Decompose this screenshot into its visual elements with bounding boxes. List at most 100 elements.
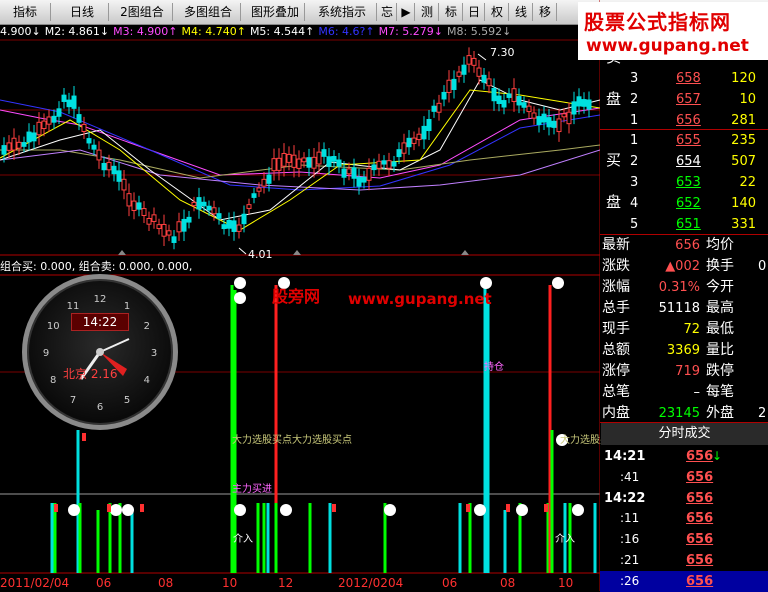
candle-body (241, 213, 247, 225)
tick-time: 14:21 (604, 449, 646, 464)
time-axis-label: 06 (96, 576, 112, 590)
signal-bar (486, 300, 490, 573)
time-axis-label: 04 (388, 576, 404, 590)
candle-body (136, 202, 142, 210)
tick-price: 656 (686, 449, 714, 464)
candle-body (11, 137, 17, 151)
stat-label: 总笔 (602, 384, 630, 400)
candle-body (126, 193, 132, 207)
annotation-main-buy: 主力买进 (232, 484, 272, 495)
buy-level-row[interactable]: 1 655 235 (600, 130, 768, 151)
overlay-site-url: www.gupang.net (348, 290, 492, 308)
candle-body (326, 156, 332, 167)
candle-body (316, 151, 322, 165)
level: 5 (630, 217, 639, 232)
buy-level-row[interactable]: 3 653 22 (600, 172, 768, 193)
clock-numeral: 12 (94, 294, 107, 305)
tick-time: :21 (620, 553, 640, 567)
signal-bar (266, 503, 270, 573)
candle-body (251, 193, 257, 198)
candle-body (71, 95, 77, 109)
candle-body (531, 112, 537, 119)
time-axis-label: 08 (500, 576, 516, 590)
tick-row[interactable]: :21 656 (600, 550, 768, 571)
candle-body (441, 91, 447, 100)
tick-row[interactable]: 14:22 656 (600, 488, 768, 509)
candle-body (256, 187, 262, 192)
signal-bar (468, 503, 472, 573)
tick-price: 656 (686, 469, 714, 485)
tick-row[interactable]: :26 656 (600, 570, 768, 592)
candle-body (101, 162, 107, 171)
sell-level-row[interactable]: 1 656 281 (600, 110, 768, 131)
candle-body (86, 138, 92, 144)
tick-time: :41 (620, 469, 640, 484)
tick-trades-header[interactable]: 分时成交 (601, 423, 768, 445)
candle-body (346, 168, 352, 175)
candle-body (581, 99, 587, 107)
high-price-mark: 7.30 (490, 46, 515, 59)
stat-value: – (693, 385, 701, 400)
time-axis-label: 12 (278, 576, 294, 590)
stat-value: 0.31% (658, 280, 700, 295)
watermark-title: 股票公式指标网 (584, 10, 731, 34)
overlay-site-name: 股旁网 (272, 287, 321, 306)
candle-body (96, 149, 102, 161)
flag-marker (107, 504, 111, 512)
stat-value: ▲002 (665, 259, 700, 274)
candle-body (491, 87, 497, 102)
candlesticks (1, 47, 592, 250)
volume: 22 (739, 175, 756, 190)
candle-body (466, 55, 472, 65)
price: 656 (676, 113, 701, 128)
signal-bar (130, 510, 134, 573)
tick-time: :11 (620, 511, 640, 526)
candle-body (411, 137, 417, 144)
candle-body (6, 142, 12, 151)
level: 2 (630, 154, 639, 169)
level: 4 (630, 196, 639, 211)
tick-row[interactable]: :41 656 (600, 467, 768, 488)
sub-indicator-legend: 组合买: 0.000, 组合卖: 0.000, 0.000, (0, 260, 192, 274)
stat-label: 内盘 (602, 405, 630, 421)
smiley-marker (280, 504, 292, 516)
candle-body (236, 224, 242, 232)
time-axis-label: 08 (158, 576, 174, 590)
analog-clock-widget[interactable]: 12 1 2 3 4 5 6 7 8 9 10 11 14:22 北京 2.16 (22, 274, 178, 430)
smiley-marker (516, 504, 528, 516)
candle-body (386, 160, 392, 169)
tick-row[interactable]: 14:21 656 ↓ (600, 446, 768, 467)
tick-row[interactable]: :11 656 (600, 508, 768, 529)
candle-body (231, 220, 237, 232)
candle-body (551, 120, 557, 128)
smiley-marker (384, 504, 396, 516)
candle-body (426, 119, 432, 132)
stat-label: 最新 (602, 237, 630, 253)
level: 3 (630, 71, 639, 86)
sell-level-row[interactable]: 3 658 120 (600, 68, 768, 89)
buy-level-row[interactable]: 2 654 507 (600, 151, 768, 172)
candle-body (261, 178, 267, 187)
moving-average-lines (0, 79, 600, 231)
tick-row[interactable]: :16 656 (600, 529, 768, 550)
tick-price: 656 (686, 532, 714, 548)
sell-level-row[interactable]: 2 657 10 (600, 89, 768, 110)
candle-body (376, 160, 382, 169)
smiley-marker (68, 504, 80, 516)
volume: 140 (731, 196, 756, 211)
candle-body (416, 133, 422, 141)
clock-numeral: 4 (144, 375, 150, 386)
candle-body (56, 108, 62, 117)
buy-level-row[interactable]: 5 651 331 (600, 214, 768, 235)
candle-body (226, 219, 232, 229)
level: 3 (630, 175, 639, 190)
buy-level-row[interactable]: 4 652 140 (600, 193, 768, 214)
flag-marker (332, 504, 336, 512)
stat-value: 72 (683, 322, 700, 337)
candle-body (576, 96, 582, 107)
candle-body (181, 218, 187, 232)
clock-numeral: 6 (97, 402, 103, 413)
candle-body (266, 174, 272, 184)
candle-body (331, 156, 337, 162)
candle-body (361, 176, 367, 183)
